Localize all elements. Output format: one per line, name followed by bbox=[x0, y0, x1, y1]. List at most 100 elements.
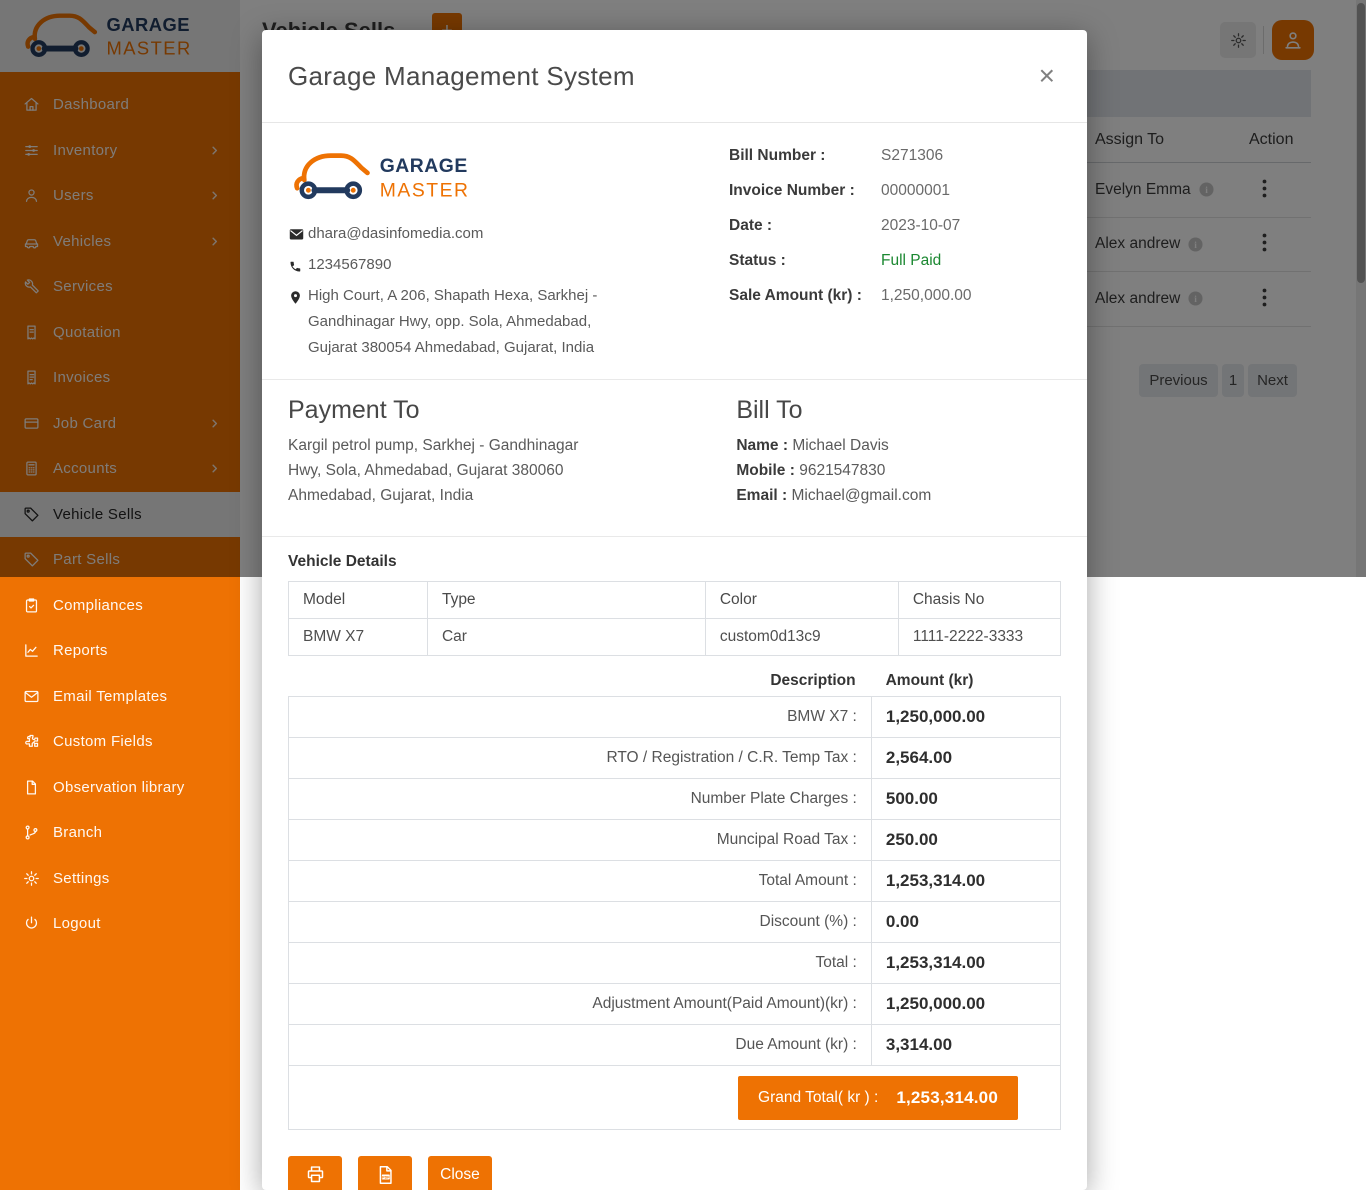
puzzle-icon bbox=[22, 733, 40, 751]
field-label: Email : bbox=[736, 487, 788, 504]
field-value: Michael Davis bbox=[792, 437, 889, 454]
sidebar-item-label: Branch bbox=[53, 824, 103, 842]
address-line: Hwy, Sola, Ahmedabad, Gujarat 380060 bbox=[288, 462, 564, 479]
field-label: Name : bbox=[736, 437, 789, 454]
modal-body: GARAGE MASTER dhara@dasinfomedia.com 123… bbox=[262, 123, 1087, 1190]
amount-label: Total Amount : bbox=[288, 860, 872, 902]
sidebar-item-label: Logout bbox=[53, 915, 101, 933]
column-header: Chasis No bbox=[897, 581, 1062, 619]
company-address: High Court, A 206, Shapath Hexa, Sarkhej… bbox=[308, 287, 598, 356]
gear-icon bbox=[22, 869, 40, 887]
invoice-modal: Garage Management System × GARAGE MASTER … bbox=[262, 30, 1087, 1190]
address-line: Ahmedabad, Gujarat, India bbox=[288, 487, 474, 504]
bill-to-heading: Bill To bbox=[736, 396, 803, 424]
amounts-header: Description Amount (kr) bbox=[288, 672, 1061, 690]
sidebar-item-branch[interactable]: Branch bbox=[0, 810, 240, 856]
location-pin-icon bbox=[288, 283, 308, 361]
amount-label: Discount (%) : bbox=[288, 901, 872, 943]
address-line: Kargil petrol pump, Sarkhej - Gandhinaga… bbox=[288, 437, 579, 454]
meta-value: Full Paid bbox=[881, 252, 942, 269]
sidebar-item-compliances[interactable]: Compliances bbox=[0, 583, 240, 629]
amount-value: 1,250,000.00 bbox=[870, 696, 1062, 738]
amount-column-header: Amount (kr) bbox=[885, 672, 974, 689]
printer-icon bbox=[305, 1164, 326, 1185]
pdf-export-button[interactable]: PDF bbox=[358, 1156, 412, 1190]
payment-to-address: Kargil petrol pump, Sarkhej - Gandhinaga… bbox=[288, 433, 736, 508]
field-value: 9621547830 bbox=[799, 462, 886, 479]
amounts-body: BMW X7 : 1,250,000.00 RTO / Registration… bbox=[288, 696, 1062, 1066]
chart-icon bbox=[22, 642, 40, 660]
sidebar-item-observation-library[interactable]: Observation library bbox=[0, 765, 240, 811]
vehicle-cell: Car bbox=[426, 618, 706, 656]
amount-row: BMW X7 : 1,250,000.00 bbox=[288, 696, 1062, 738]
amount-row: Total : 1,253,314.00 bbox=[288, 942, 1062, 984]
amount-row: Due Amount (kr) : 3,314.00 bbox=[288, 1024, 1062, 1066]
payment-to: Payment To Kargil petrol pump, Sarkhej -… bbox=[288, 394, 736, 508]
meta-label: Invoice Number : bbox=[729, 182, 855, 199]
company-phone-row: 1234567890 bbox=[288, 252, 640, 283]
vehicle-cell: BMW X7 bbox=[288, 618, 428, 656]
sidebar-item-logout[interactable]: Logout bbox=[0, 901, 240, 947]
amount-row: Total Amount : 1,253,314.00 bbox=[288, 860, 1062, 902]
amount-value: 1,253,314.00 bbox=[870, 860, 1062, 902]
bill-to-fields: Name : Michael Davis Mobile : 9621547830… bbox=[736, 433, 1061, 508]
amount-row: RTO / Registration / C.R. Temp Tax : 2,5… bbox=[288, 737, 1062, 779]
branch-icon bbox=[22, 824, 40, 842]
meta-label: Bill Number : bbox=[729, 147, 826, 164]
meta-label: Date : bbox=[729, 217, 773, 234]
close-button[interactable]: Close bbox=[428, 1156, 492, 1190]
vehicle-details-table: Model Type Color Chasis No BMW X7 Car custom0… bbox=[288, 581, 1062, 656]
pdf-file-icon: PDF bbox=[374, 1164, 396, 1186]
svg-text:MASTER: MASTER bbox=[380, 179, 470, 201]
column-header: Model bbox=[288, 581, 428, 619]
print-button[interactable] bbox=[288, 1156, 342, 1190]
field-label: Mobile : bbox=[736, 462, 795, 479]
bill-to-field: Name : Michael Davis bbox=[736, 433, 1061, 458]
grand-total-value: 1,253,314.00 bbox=[896, 1087, 998, 1107]
vehicle-details-heading: Vehicle Details bbox=[288, 553, 397, 570]
sidebar-item-label: Custom Fields bbox=[53, 733, 153, 751]
field-value: Michael@gmail.com bbox=[791, 487, 932, 504]
mail-icon bbox=[22, 687, 40, 705]
grand-total-label: Grand Total( kr ) : bbox=[758, 1088, 879, 1106]
grand-total-row: Grand Total( kr ) : 1,253,314.00 bbox=[288, 1066, 1061, 1130]
bill-to-field: Email : Michael@gmail.com bbox=[736, 483, 1061, 508]
amount-row: Muncipal Road Tax : 250.00 bbox=[288, 819, 1062, 861]
company-address-row: High Court, A 206, Shapath Hexa, Sarkhej… bbox=[288, 283, 640, 361]
column-header: Color bbox=[704, 581, 899, 619]
company-logo-icon: GARAGE MASTER bbox=[288, 145, 500, 209]
sidebar-item-email-templates[interactable]: Email Templates bbox=[0, 674, 240, 720]
company-phone: 1234567890 bbox=[308, 256, 392, 273]
vehicle-cell: custom0d13c9 bbox=[704, 618, 899, 656]
meta-value: 1,250,000.00 bbox=[881, 287, 972, 304]
amount-label: RTO / Registration / C.R. Temp Tax : bbox=[288, 737, 872, 779]
vehicle-details-header-row: Model Type Color Chasis No bbox=[288, 581, 1062, 619]
bill-meta: Bill Number : S271306 Invoice Number : 0… bbox=[729, 145, 1061, 361]
vehicle-cell: 1111-2222-3333 bbox=[897, 618, 1062, 656]
company-email: dhara@dasinfomedia.com bbox=[308, 225, 484, 242]
section-divider bbox=[262, 536, 1087, 537]
meta-value: 00000001 bbox=[881, 182, 950, 199]
bill-to-field: Mobile : 9621547830 bbox=[736, 458, 1061, 483]
amount-label: Muncipal Road Tax : bbox=[288, 819, 872, 861]
company-email-row: dhara@dasinfomedia.com bbox=[288, 221, 640, 252]
bill-to: Bill To Name : Michael Davis Mobile : 96… bbox=[736, 394, 1061, 508]
modal-title: Garage Management System bbox=[288, 60, 635, 91]
vehicle-details-row: BMW X7 Car custom0d13c9 1111-2222-3333 bbox=[288, 618, 1062, 656]
close-icon[interactable]: × bbox=[1033, 60, 1061, 92]
sidebar-item-label: Observation library bbox=[53, 778, 185, 796]
sidebar-item-settings[interactable]: Settings bbox=[0, 856, 240, 902]
meta-value: S271306 bbox=[881, 147, 944, 164]
amount-label: BMW X7 : bbox=[288, 696, 872, 738]
vehicle-details-body: BMW X7 Car custom0d13c9 1111-2222-3333 bbox=[288, 618, 1062, 656]
amounts-table: BMW X7 : 1,250,000.00 RTO / Registration… bbox=[288, 696, 1062, 1066]
document-icon bbox=[22, 778, 40, 796]
power-icon bbox=[22, 915, 40, 933]
meta-row: Invoice Number : 00000001 bbox=[729, 182, 1061, 200]
modal-footer: PDF Close bbox=[288, 1156, 1061, 1190]
sidebar-item-label: Email Templates bbox=[53, 687, 168, 705]
amount-label: Due Amount (kr) : bbox=[288, 1024, 872, 1066]
description-column-header: Description bbox=[770, 672, 856, 689]
sidebar-item-custom-fields[interactable]: Custom Fields bbox=[0, 719, 240, 765]
sidebar-item-reports[interactable]: Reports bbox=[0, 628, 240, 674]
